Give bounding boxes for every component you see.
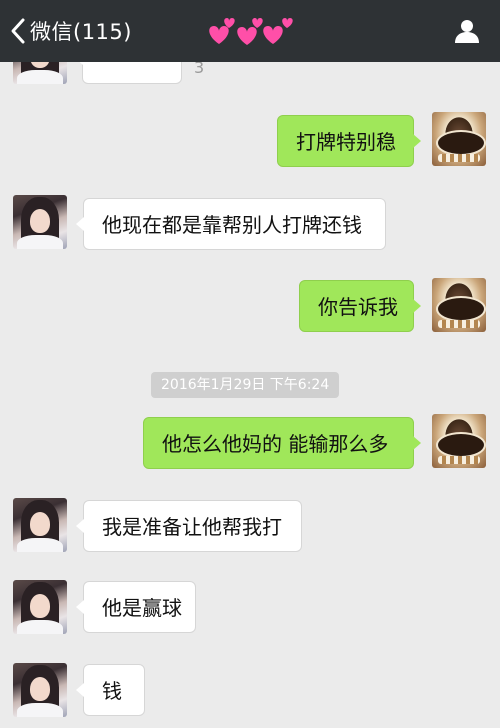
contact-avatar[interactable] [13, 580, 67, 634]
back-button[interactable]: 微信(115) [10, 14, 132, 48]
contact-avatar[interactable] [13, 62, 67, 84]
message-bubble[interactable]: 钱 [76, 664, 145, 716]
contact-avatar[interactable] [13, 498, 67, 552]
person-icon[interactable] [454, 18, 480, 44]
message-bubble[interactable]: 你告诉我 [299, 280, 421, 332]
message-bubble[interactable]: 他现在都是靠帮别人打牌还钱 [76, 198, 386, 250]
my-avatar[interactable] [432, 112, 486, 166]
stray-text: 3 [194, 62, 205, 77]
message-bubble[interactable]: 打牌特别稳 [277, 115, 421, 167]
message-bubble[interactable]: 我是准备让他帮我打 [76, 500, 302, 552]
message-bubble[interactable] [75, 62, 182, 84]
hearts-emoji-icon [209, 18, 293, 45]
my-avatar[interactable] [432, 414, 486, 468]
message-timestamp: 2016年1月29日 下午6:24 [151, 372, 340, 398]
message-bubble[interactable]: 他怎么他妈的 能输那么多 [143, 417, 421, 469]
back-label: 微信(115) [30, 20, 132, 44]
chevron-left-icon [11, 18, 25, 44]
my-avatar[interactable] [432, 278, 486, 332]
title-bar: 微信(115) [0, 0, 500, 62]
chat-area[interactable]: 3 打牌特别稳 他现在都是靠帮别人打牌还钱 你告诉我 2016年1月29日 下午… [0, 62, 500, 728]
contact-avatar[interactable] [13, 195, 67, 249]
contact-avatar[interactable] [13, 663, 67, 717]
message-bubble[interactable]: 他是赢球 [76, 581, 196, 633]
